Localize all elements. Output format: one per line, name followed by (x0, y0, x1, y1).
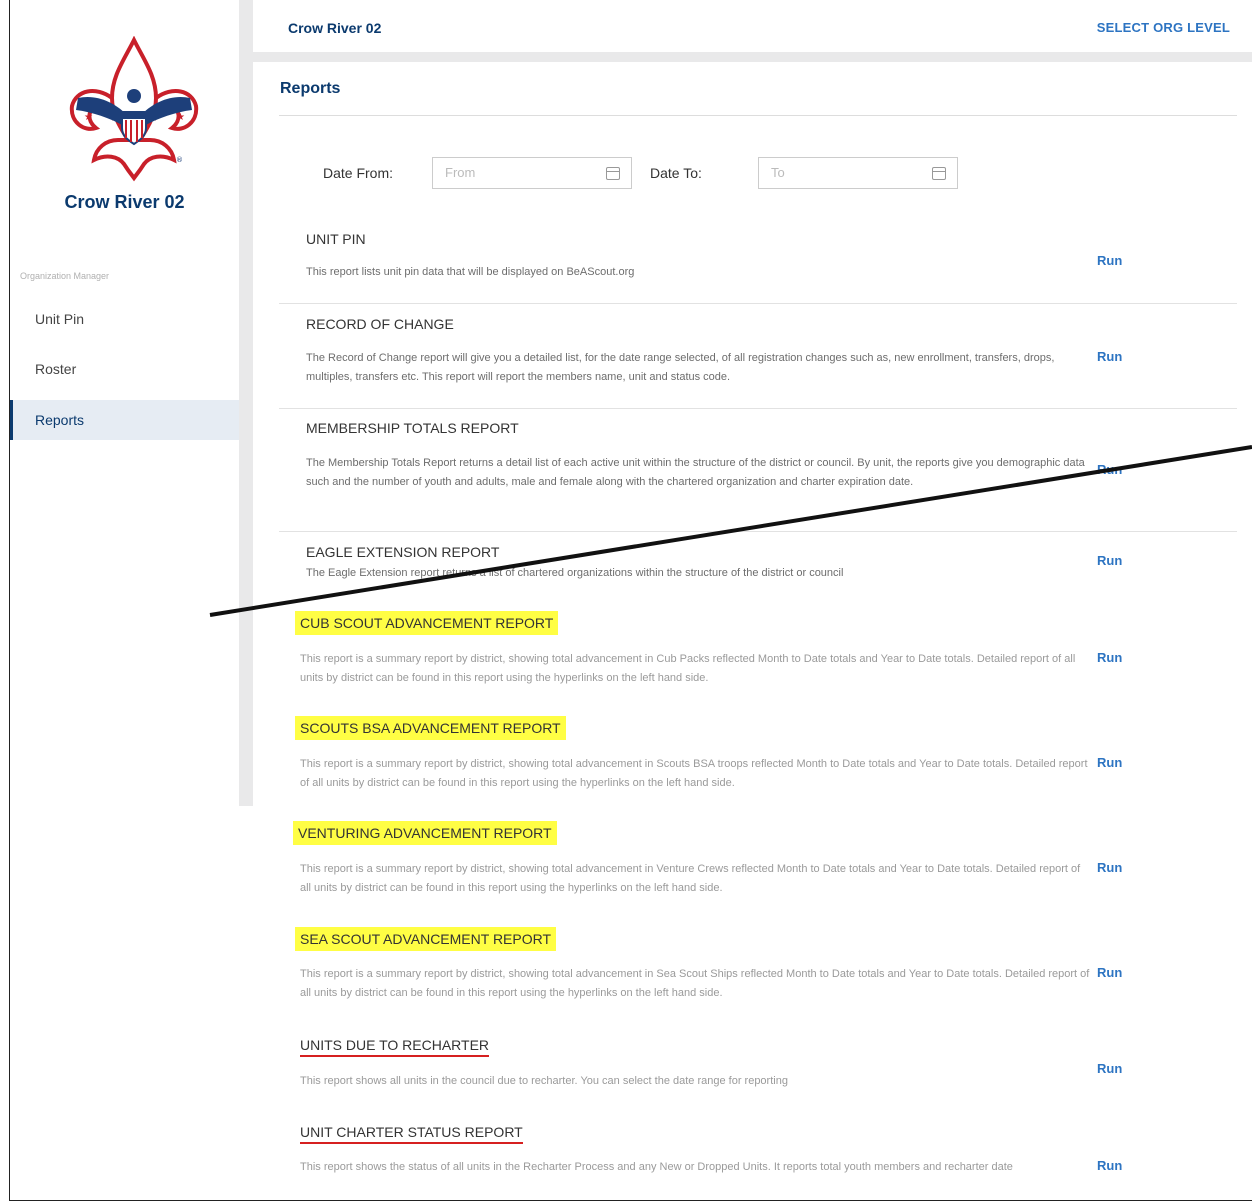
svg-text:★: ★ (84, 112, 93, 123)
report-title: MEMBERSHIP TOTALS REPORT (306, 420, 519, 436)
page-title: Reports (280, 80, 341, 97)
report-description: This report is a summary report by distr… (300, 653, 1076, 684)
bsa-fleur-de-lis-logo: ★ ★ ® (69, 36, 199, 182)
run-button[interactable]: Run (1097, 1061, 1122, 1076)
top-bar-title: Crow River 02 (288, 20, 382, 36)
sidebar: ★ ★ ® Crow River 02 Organization Manager… (10, 0, 239, 806)
report-divider (279, 303, 1237, 304)
report-title: UNITS DUE TO RECHARTER (300, 1037, 490, 1057)
sidebar-gutter (239, 0, 253, 806)
run-button[interactable]: Run (1097, 462, 1122, 477)
run-button[interactable]: Run (1097, 965, 1122, 980)
sidebar-item-unit-pin[interactable]: Unit Pin (10, 299, 239, 339)
report-description: This report is a summary report by distr… (300, 758, 1088, 789)
report-title: RECORD OF CHANGE (306, 316, 454, 332)
title-divider (279, 115, 1237, 116)
report-title: VENTURING ADVANCEMENT REPORT (293, 821, 557, 845)
report-description: The Eagle Extension report returns a lis… (306, 567, 844, 579)
report-divider (279, 531, 1237, 532)
report-description: This report shows the status of all unit… (300, 1161, 1013, 1173)
calendar-icon[interactable] (932, 167, 946, 180)
top-bar: Crow River 02 SELECT ORG LEVEL (253, 0, 1252, 52)
date-to-label: Date To: (650, 165, 702, 181)
date-from-label: Date From: (323, 165, 394, 181)
report-description: This report shows all units in the counc… (300, 1075, 788, 1087)
select-org-level-link[interactable]: SELECT ORG LEVEL (1097, 20, 1230, 35)
report-title: EAGLE EXTENSION REPORT (306, 544, 500, 560)
report-description: This report is a summary report by distr… (300, 863, 1081, 894)
date-to-input[interactable]: To (758, 157, 958, 189)
report-title: CUB SCOUT ADVANCEMENT REPORT (295, 611, 559, 635)
sidebar-item-reports[interactable]: Reports (10, 400, 239, 440)
svg-text:®: ® (176, 156, 183, 164)
run-button[interactable]: Run (1097, 1158, 1122, 1173)
run-button[interactable]: Run (1097, 253, 1122, 268)
report-title: SCOUTS BSA ADVANCEMENT REPORT (295, 716, 566, 740)
run-button[interactable]: Run (1097, 650, 1122, 665)
svg-text:★: ★ (176, 112, 185, 123)
main-content: Reports Date From: From Date To: To UNIT… (253, 62, 1252, 1201)
calendar-icon[interactable] (606, 167, 620, 180)
run-button[interactable]: Run (1097, 755, 1122, 770)
org-name: Crow River 02 (64, 192, 185, 212)
date-from-input[interactable]: From (432, 157, 632, 189)
report-description: The Membership Totals Report returns a d… (306, 457, 1085, 488)
report-title: UNIT PIN (306, 231, 366, 247)
report-description: This report is a summary report by distr… (300, 968, 1090, 999)
sidebar-item-roster[interactable]: Roster (10, 349, 239, 389)
run-button[interactable]: Run (1097, 349, 1122, 364)
run-button[interactable]: Run (1097, 553, 1122, 568)
report-divider (279, 408, 1237, 409)
run-button[interactable]: Run (1097, 860, 1122, 875)
top-bar-divider (253, 52, 1252, 62)
report-title: SEA SCOUT ADVANCEMENT REPORT (295, 927, 557, 951)
section-label-organization-manager: Organization Manager (20, 271, 110, 281)
report-description: This report lists unit pin data that wil… (306, 266, 635, 278)
report-description: The Record of Change report will give yo… (306, 352, 1055, 383)
report-title: UNIT CHARTER STATUS REPORT (300, 1124, 523, 1144)
